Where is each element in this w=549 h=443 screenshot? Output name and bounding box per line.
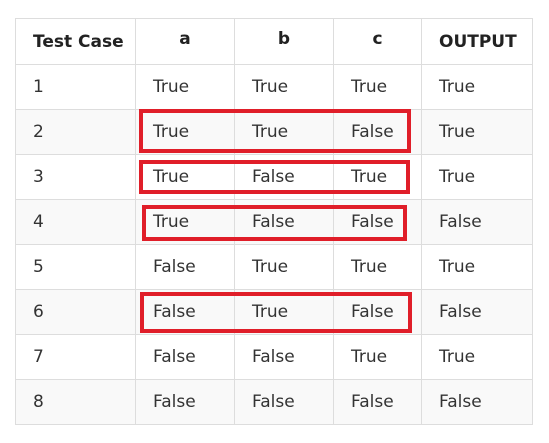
- cell-b: True: [234, 64, 334, 110]
- cell-test-case: 8: [15, 379, 136, 425]
- cell-b: False: [234, 379, 334, 425]
- header-b: b: [234, 18, 334, 65]
- cell-b: False: [234, 154, 334, 200]
- cell-c: False: [333, 379, 422, 425]
- cell-c: False: [333, 199, 422, 245]
- table-row: 5 False True True True: [15, 244, 533, 290]
- header-row: Test Case a b c OUTPUT: [15, 18, 533, 65]
- cell-c: True: [333, 334, 422, 380]
- cell-c: True: [333, 64, 422, 110]
- table-row: 2 True True False True: [15, 109, 533, 155]
- table-row: 7 False False True True: [15, 334, 533, 380]
- cell-a: True: [135, 109, 235, 155]
- cell-output: False: [421, 379, 533, 425]
- cell-output: False: [421, 199, 533, 245]
- cell-c: False: [333, 289, 422, 335]
- table-body: 1 True True True True 2 True True False …: [15, 64, 533, 425]
- table-row: 3 True False True True: [15, 154, 533, 200]
- cell-test-case: 1: [15, 64, 136, 110]
- cell-output: False: [421, 289, 533, 335]
- cell-output: True: [421, 109, 533, 155]
- cell-a: False: [135, 379, 235, 425]
- cell-output: True: [421, 64, 533, 110]
- cell-a: False: [135, 244, 235, 290]
- cell-output: True: [421, 154, 533, 200]
- cell-a: True: [135, 199, 235, 245]
- cell-b: True: [234, 109, 334, 155]
- cell-b: False: [234, 199, 334, 245]
- table-row: 8 False False False False: [15, 379, 533, 425]
- header-test-case: Test Case: [15, 18, 136, 65]
- cell-a: False: [135, 334, 235, 380]
- cell-b: False: [234, 334, 334, 380]
- cell-b: True: [234, 289, 334, 335]
- truth-table: Test Case a b c OUTPUT 1 True True True …: [15, 18, 533, 425]
- cell-test-case: 5: [15, 244, 136, 290]
- cell-b: True: [234, 244, 334, 290]
- header-output: OUTPUT: [421, 18, 533, 65]
- cell-output: True: [421, 244, 533, 290]
- header-c: c: [333, 18, 422, 65]
- cell-c: False: [333, 109, 422, 155]
- cell-output: True: [421, 334, 533, 380]
- table-row: 1 True True True True: [15, 64, 533, 110]
- header-a: a: [135, 18, 235, 65]
- cell-test-case: 3: [15, 154, 136, 200]
- cell-c: True: [333, 244, 422, 290]
- cell-test-case: 2: [15, 109, 136, 155]
- table-row: 6 False True False False: [15, 289, 533, 335]
- cell-a: True: [135, 154, 235, 200]
- cell-a: False: [135, 289, 235, 335]
- table-row: 4 True False False False: [15, 199, 533, 245]
- cell-c: True: [333, 154, 422, 200]
- cell-test-case: 4: [15, 199, 136, 245]
- cell-test-case: 6: [15, 289, 136, 335]
- cell-test-case: 7: [15, 334, 136, 380]
- table-header: Test Case a b c OUTPUT: [15, 18, 533, 65]
- cell-a: True: [135, 64, 235, 110]
